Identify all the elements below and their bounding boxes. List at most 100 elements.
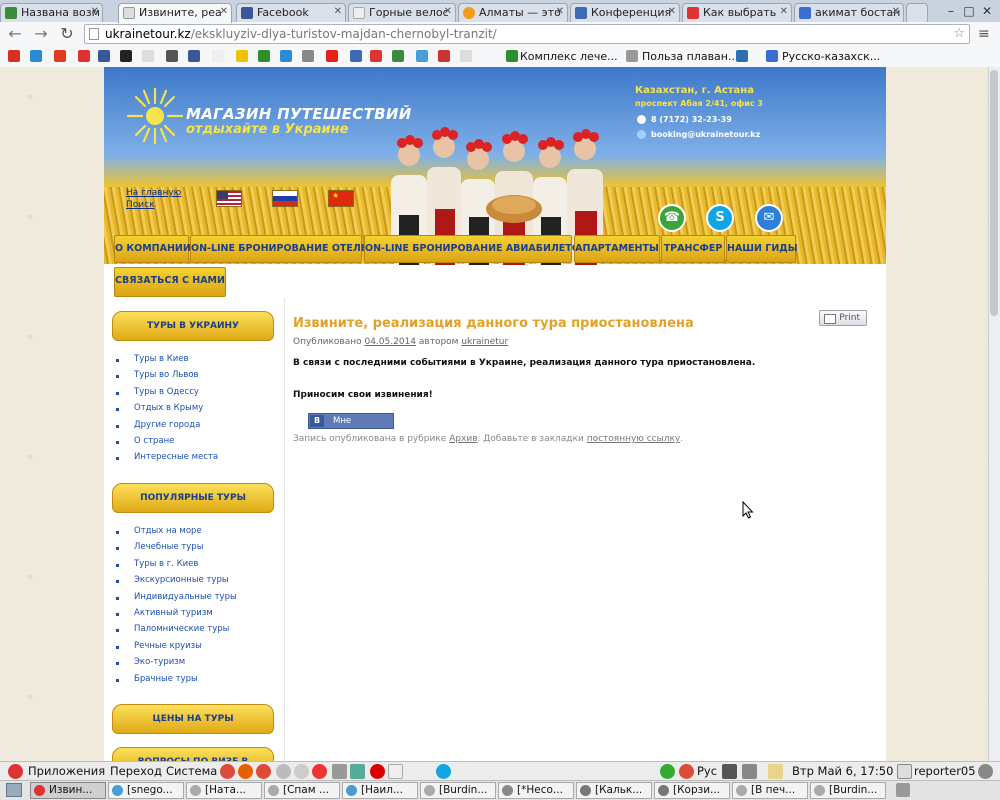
mail-tray-icon[interactable]: [768, 764, 783, 779]
close-window-icon[interactable]: ✕: [980, 4, 994, 18]
bookmark-icon-14[interactable]: [302, 50, 314, 62]
search-link[interactable]: Поиск: [126, 200, 155, 210]
taskbar-window-button[interactable]: [Спам ...: [264, 782, 340, 799]
skype-tray-icon[interactable]: [436, 764, 451, 779]
browser-tab[interactable]: акимат бостан ✕: [794, 3, 904, 22]
bookmark-link[interactable]: Польза плаван...: [642, 50, 738, 63]
apps-menu-icon[interactable]: [8, 764, 23, 779]
skype-icon[interactable]: S: [706, 204, 734, 232]
facebook-icon[interactable]: [98, 50, 110, 62]
opera-icon[interactable]: [370, 764, 385, 779]
new-tab-button[interactable]: [906, 3, 928, 22]
browser-tab[interactable]: Facebook ✕: [236, 3, 346, 22]
sidebar-link[interactable]: Интересные места: [134, 452, 218, 462]
tray-icon[interactable]: [722, 764, 737, 779]
gmail-icon[interactable]: [8, 50, 20, 62]
taskbar-window-button[interactable]: [snego...: [108, 782, 184, 799]
taskbar-window-button[interactable]: [Ната...: [186, 782, 262, 799]
bookmark-icon-20[interactable]: [438, 50, 450, 62]
post-author-link[interactable]: ukrainetur: [461, 337, 508, 347]
nav-guides[interactable]: НАШИ ГИДЫ: [726, 235, 798, 263]
bookmark-icon-3[interactable]: [54, 50, 66, 62]
taskbar-window-button[interactable]: Извин...: [30, 782, 106, 799]
browser-tab[interactable]: Горные велос ✕: [348, 3, 456, 22]
tab-close-icon[interactable]: ✕: [780, 6, 788, 17]
taskbar-window-button[interactable]: [В печ...: [732, 782, 808, 799]
tab-close-icon[interactable]: ✕: [334, 6, 342, 17]
taskbar-window-button[interactable]: [Burdin...: [420, 782, 496, 799]
launcher-icon[interactable]: [294, 764, 309, 779]
show-desktop-icon[interactable]: [6, 783, 22, 797]
browser-tab[interactable]: Как выбрать ✕: [682, 3, 792, 22]
taskbar-window-button[interactable]: [*Несо...: [498, 782, 574, 799]
sidebar-link[interactable]: Речные круизы: [134, 641, 202, 651]
bookmark-icon-16[interactable]: [350, 50, 362, 62]
nav-apartments[interactable]: АПАРТАМЕНТЫ: [574, 235, 660, 263]
sidebar-link[interactable]: Другие города: [134, 420, 200, 430]
address-bar[interactable]: ukrainetour.kz/ekskluyziv-dlya-turistov-…: [84, 24, 970, 44]
launcher-icon[interactable]: [276, 764, 291, 779]
print-button[interactable]: Print: [819, 310, 867, 326]
volume-icon[interactable]: [742, 764, 757, 779]
sidebar-link[interactable]: Отдых в Крыму: [134, 403, 203, 413]
menu-places[interactable]: Переход: [110, 764, 162, 778]
sidebar-link[interactable]: Туры в г. Киев: [134, 559, 198, 569]
star-icon[interactable]: ☆: [953, 26, 965, 41]
taskbar-window-button[interactable]: [Кальк...: [576, 782, 652, 799]
user-name[interactable]: reporter05: [914, 764, 976, 778]
bookmark-icon-12[interactable]: [258, 50, 270, 62]
bookmark-icon-19[interactable]: [416, 50, 428, 62]
chrome-launcher-icon[interactable]: [256, 764, 271, 779]
reload-icon[interactable]: ↻: [58, 25, 76, 43]
bookmark-link-icon[interactable]: [736, 50, 748, 62]
sidebar-link[interactable]: Туры в Киев: [134, 354, 189, 364]
bookmark-link[interactable]: Русско-казахск...: [782, 50, 880, 63]
bookmark-icon-2[interactable]: [30, 50, 42, 62]
bookmark-icon-21[interactable]: [460, 50, 472, 62]
chrome-tray-icon[interactable]: [679, 764, 694, 779]
lifebuoy-icon[interactable]: [312, 764, 327, 779]
contact-email[interactable]: booking@ukrainetour.kz: [651, 130, 760, 139]
bookmark-icon-4[interactable]: [78, 50, 90, 62]
category-link[interactable]: Архив: [449, 434, 477, 444]
chrome-launcher-icon[interactable]: [220, 764, 235, 779]
bookmark-link-icon[interactable]: [766, 50, 778, 62]
sidebar-link[interactable]: Туры в Одессу: [134, 387, 199, 397]
menu-applications[interactable]: Приложения: [28, 764, 105, 778]
back-arrow-icon[interactable]: ←: [6, 25, 24, 43]
post-date-link[interactable]: 04.05.2014: [364, 337, 416, 347]
tab-close-icon[interactable]: ✕: [444, 6, 452, 17]
browser-tab-active[interactable]: Извините, реа ✕: [118, 3, 232, 23]
sidebar-link[interactable]: О стране: [134, 436, 174, 446]
tab-close-icon[interactable]: ✕: [892, 6, 900, 17]
phone-call-icon[interactable]: ☎: [658, 204, 686, 232]
bookmark-link-icon[interactable]: [506, 50, 518, 62]
text-editor-icon[interactable]: [388, 764, 403, 779]
taskbar-window-button[interactable]: [Корзи...: [654, 782, 730, 799]
scrollbar-thumb[interactable]: [990, 70, 998, 316]
nav-flight-booking[interactable]: ON-LINE БРОНИРОВАНИЕ АВИАБИЛЕТОВ: [364, 235, 587, 263]
launcher-icon[interactable]: [332, 764, 347, 779]
sidebar-link[interactable]: Туры во Львов: [134, 370, 199, 380]
taskbar-window-button[interactable]: [Наил...: [342, 782, 418, 799]
maximize-icon[interactable]: □: [962, 4, 976, 18]
tab-close-icon[interactable]: ✕: [668, 6, 676, 17]
sidebar-link[interactable]: Индивидуальные туры: [134, 592, 237, 602]
keyboard-layout[interactable]: Рус: [697, 764, 717, 778]
minimize-icon[interactable]: –: [944, 4, 958, 18]
browser-tab[interactable]: Алматы — это ✕: [458, 3, 568, 22]
firefox-launcher-icon[interactable]: [238, 764, 253, 779]
bookmark-icon-7[interactable]: [142, 50, 154, 62]
nav-about[interactable]: О КОМПАНИИ: [114, 235, 191, 263]
sidebar-link[interactable]: Активный туризм: [134, 608, 213, 618]
bookmark-icon-6[interactable]: [120, 50, 132, 62]
bookmark-icon-10[interactable]: [212, 50, 224, 62]
sidebar-link[interactable]: Эко-туризм: [134, 657, 185, 667]
browser-tab[interactable]: Конференция ✕: [570, 3, 680, 22]
tab-close-icon[interactable]: ✕: [91, 6, 99, 17]
china-flag-icon[interactable]: ★: [328, 190, 354, 207]
bookmark-icon-17[interactable]: [370, 50, 382, 62]
bookmark-icon-8[interactable]: [166, 50, 178, 62]
nav-transfer[interactable]: ТРАНСФЕР: [661, 235, 725, 263]
sidebar-link[interactable]: Отдых на море: [134, 526, 202, 536]
